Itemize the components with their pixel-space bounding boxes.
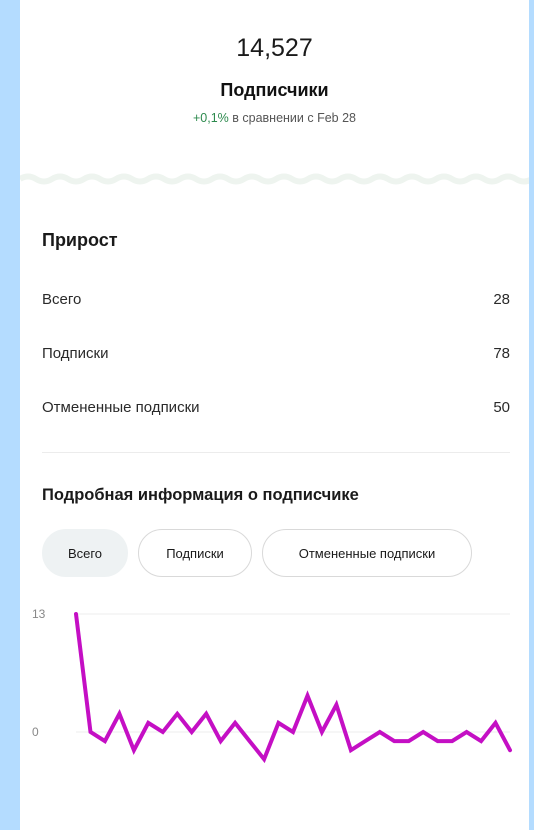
section-wave-divider <box>20 173 529 185</box>
growth-row-unsubscriptions: Отмененные подписки 50 <box>42 399 510 421</box>
subscribers-card: 14,527 Подписчики +0,1% в сравнении с Fe… <box>20 0 529 830</box>
series-line <box>74 612 512 764</box>
growth-row-label: Подписки <box>42 345 109 362</box>
growth-row-value: 28 <box>493 291 510 308</box>
details-title: Подробная информация о подписчике <box>42 486 359 504</box>
change-percent: +0,1% <box>192 111 229 125</box>
growth-row-label: Всего <box>42 291 82 308</box>
growth-title: Прирост <box>42 230 118 250</box>
growth-row-label: Отмененные подписки <box>42 399 200 416</box>
subscribers-label: Подписчики <box>220 80 329 100</box>
filter-chip-label: Всего <box>67 545 103 561</box>
y-tick-label: 13 <box>32 607 46 621</box>
growth-row-subscriptions: Подписки 78 <box>42 345 510 367</box>
summary-section: 14,527 Подписчики +0,1% в сравнении с Fe… <box>20 0 529 175</box>
comparison-text: +0,1% в сравнении с Feb 28 <box>20 111 529 125</box>
filter-chip-label: Отмененные подписки <box>298 545 436 561</box>
filter-chip-total[interactable]: Всего <box>42 529 128 577</box>
growth-row-value: 78 <box>493 345 510 362</box>
filter-chip-label: Подписки <box>166 545 224 561</box>
comparison-period: в сравнении с Feb 28 <box>232 111 357 125</box>
filter-chip-unsubscriptions[interactable]: Отмененные подписки <box>262 529 472 577</box>
section-divider <box>42 452 510 453</box>
subscriber-line-chart: 13 0 <box>32 607 512 764</box>
growth-row-value: 50 <box>493 399 510 416</box>
growth-row-total: Всего 28 <box>42 291 510 313</box>
filter-chip-subscriptions[interactable]: Подписки <box>138 529 252 577</box>
y-tick-label: 0 <box>32 725 39 739</box>
subscriber-total: 14,527 <box>236 34 313 62</box>
